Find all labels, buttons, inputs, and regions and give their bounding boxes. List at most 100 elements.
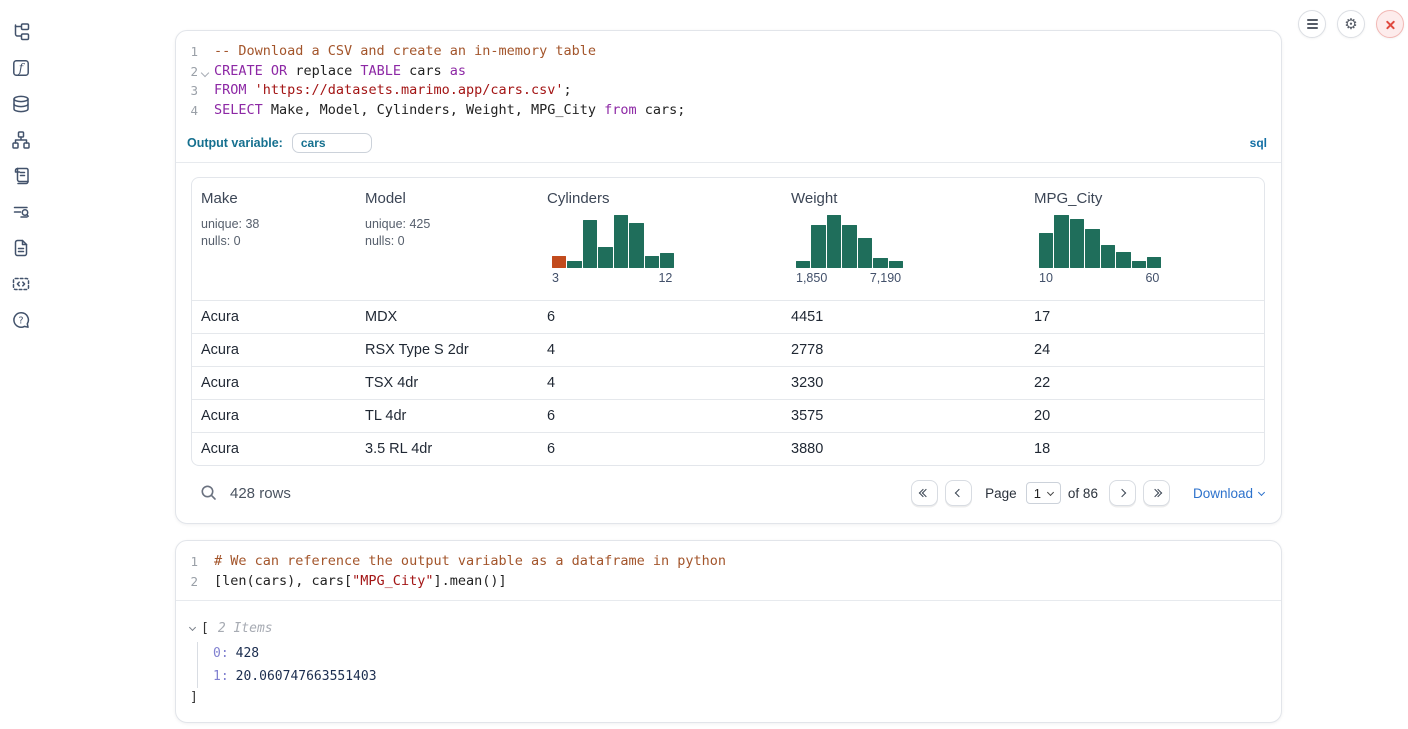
item-value: 20.060747663551403: [236, 669, 377, 684]
open-bracket: [: [201, 621, 209, 636]
python-code-editor[interactable]: 1# We can reference the output variable …: [176, 541, 1281, 601]
histogram-bar: [583, 220, 597, 268]
column-histogram: 1,8507,190: [796, 214, 1017, 285]
line-number: 1: [176, 42, 198, 62]
table-cell: RSX Type S 2dr: [356, 334, 538, 366]
code-token: 'https://datasets.marimo.app/cars.csv': [255, 82, 564, 98]
line-number: 2: [176, 572, 198, 592]
histogram-axis-labels: 1060: [1039, 271, 1161, 285]
hamburger-icon: [1307, 19, 1318, 29]
scratchpad-icon[interactable]: [11, 166, 31, 186]
histogram-bar: [873, 258, 887, 268]
null-count: nulls: 0: [201, 233, 348, 250]
null-count: nulls: 0: [365, 233, 530, 250]
code-line[interactable]: 4SELECT Make, Model, Cylinders, Weight, …: [176, 101, 1281, 121]
code-token: SELECT: [214, 102, 263, 118]
table-cell: TSX 4dr: [356, 367, 538, 399]
table-cell: 4: [538, 334, 782, 366]
code-token: FROM: [214, 82, 247, 98]
data-sources-icon[interactable]: [11, 94, 31, 114]
code-token: # We can reference the output variable a…: [214, 553, 726, 569]
documentation-icon[interactable]: [11, 238, 31, 258]
table-row: AcuraMDX6445117: [192, 300, 1264, 333]
column-name: Cylinders: [547, 190, 774, 207]
collapse-chevron-icon[interactable]: [189, 623, 196, 630]
item-index: 1:: [213, 669, 229, 684]
code-token: [263, 63, 271, 79]
notebook-main: 1 -- Download a CSV and create an in-memo…: [175, 0, 1282, 723]
code-text: CREATE OR replace TABLE cars as: [198, 62, 466, 82]
code-token: ].mean()]: [433, 573, 506, 589]
page-select[interactable]: 1: [1026, 482, 1061, 504]
line-number: 3: [176, 81, 198, 101]
dependencies-icon[interactable]: [11, 130, 31, 150]
settings-button[interactable]: ⚙: [1337, 10, 1365, 38]
code-token: from: [604, 102, 637, 118]
code-line[interactable]: 3 FROM 'https://datasets.marimo.app/cars.…: [176, 81, 1281, 101]
column-header[interactable]: Cylinders312: [538, 178, 782, 300]
data-table: Makeunique: 38nulls: 0Modelunique: 425nu…: [191, 177, 1265, 466]
code-line[interactable]: 1# We can reference the output variable …: [176, 552, 1281, 572]
variables-icon[interactable]: f: [11, 58, 31, 78]
table-cell: 4451: [782, 301, 1025, 333]
column-header[interactable]: Make unique: 38nulls: 0: [192, 178, 356, 300]
code-line[interactable]: 2CREATE OR replace TABLE cars as: [176, 62, 1281, 82]
histogram-bar: [1070, 219, 1084, 268]
code-text: -- Download a CSV and create an in-memor…: [198, 42, 596, 62]
code-line[interactable]: 1 -- Download a CSV and create an in-memo…: [176, 42, 1281, 62]
output-variable-label: Output variable:: [187, 136, 283, 150]
output-variable-input[interactable]: [292, 133, 372, 153]
column-name: Model: [365, 190, 530, 207]
column-histogram: 1060: [1039, 214, 1256, 285]
page-label: Page: [985, 486, 1017, 501]
table-body: AcuraMDX6445117AcuraRSX Type S 2dr427782…: [192, 300, 1264, 465]
table-cell: 20: [1025, 400, 1264, 432]
search-icon[interactable]: [199, 483, 219, 503]
axis-min-label: 1,850: [796, 271, 827, 285]
column-name: Make: [201, 190, 348, 207]
help-icon[interactable]: ?: [11, 310, 31, 330]
download-button[interactable]: Download: [1193, 486, 1264, 501]
code-text: # We can reference the output variable a…: [198, 552, 726, 572]
code-text: [len(cars), cars["MPG_City"].mean()]: [198, 572, 507, 592]
column-header[interactable]: Weight1,8507,190: [782, 178, 1025, 300]
histogram-bar: [645, 256, 659, 268]
page-total: of 86: [1068, 486, 1098, 501]
close-icon: [1385, 19, 1396, 30]
code-token: TABLE: [360, 63, 401, 79]
page-select-value: 1: [1034, 486, 1041, 501]
table-cell: TL 4dr: [356, 400, 538, 432]
table-footer: 428 rows Page 1 of 86: [191, 475, 1265, 511]
pagination: Page 1 of 86 Download: [911, 480, 1264, 506]
chevron-down-icon: [1258, 488, 1265, 495]
histogram-bar: [796, 261, 810, 268]
unique-count: unique: 38: [201, 216, 348, 233]
table-cell: 22: [1025, 367, 1264, 399]
code-token: [247, 82, 255, 98]
column-header[interactable]: Modelunique: 425nulls: 0: [356, 178, 538, 300]
histogram-bar: [660, 253, 674, 268]
row-count: 428 rows: [230, 485, 291, 502]
menu-button[interactable]: [1298, 10, 1326, 38]
chevrons-right-icon: [1152, 490, 1161, 496]
file-explorer-icon[interactable]: [11, 22, 31, 42]
item-index: 0:: [213, 646, 229, 661]
last-page-button[interactable]: [1143, 480, 1170, 506]
histogram-bar: [552, 256, 566, 268]
code-token: -- Download a CSV and create an in-memor…: [214, 43, 596, 59]
sql-code-editor[interactable]: 1 -- Download a CSV and create an in-memo…: [176, 31, 1281, 129]
line-number: 4: [176, 101, 198, 121]
histogram-bar: [1054, 215, 1068, 268]
column-header[interactable]: MPG_City1060: [1025, 178, 1264, 300]
histogram-bar: [1101, 245, 1115, 268]
next-page-button[interactable]: [1109, 480, 1136, 506]
prev-page-button[interactable]: [945, 480, 972, 506]
table-output: Makeunique: 38nulls: 0Modelunique: 425nu…: [176, 163, 1281, 523]
code-token: cars;: [637, 102, 686, 118]
logs-icon[interactable]: [11, 202, 31, 222]
code-line[interactable]: 2[len(cars), cars["MPG_City"].mean()]: [176, 572, 1281, 592]
snippets-icon[interactable]: [11, 274, 31, 294]
shutdown-button[interactable]: [1376, 10, 1404, 38]
table-row: AcuraRSX Type S 2dr4277824: [192, 333, 1264, 366]
first-page-button[interactable]: [911, 480, 938, 506]
